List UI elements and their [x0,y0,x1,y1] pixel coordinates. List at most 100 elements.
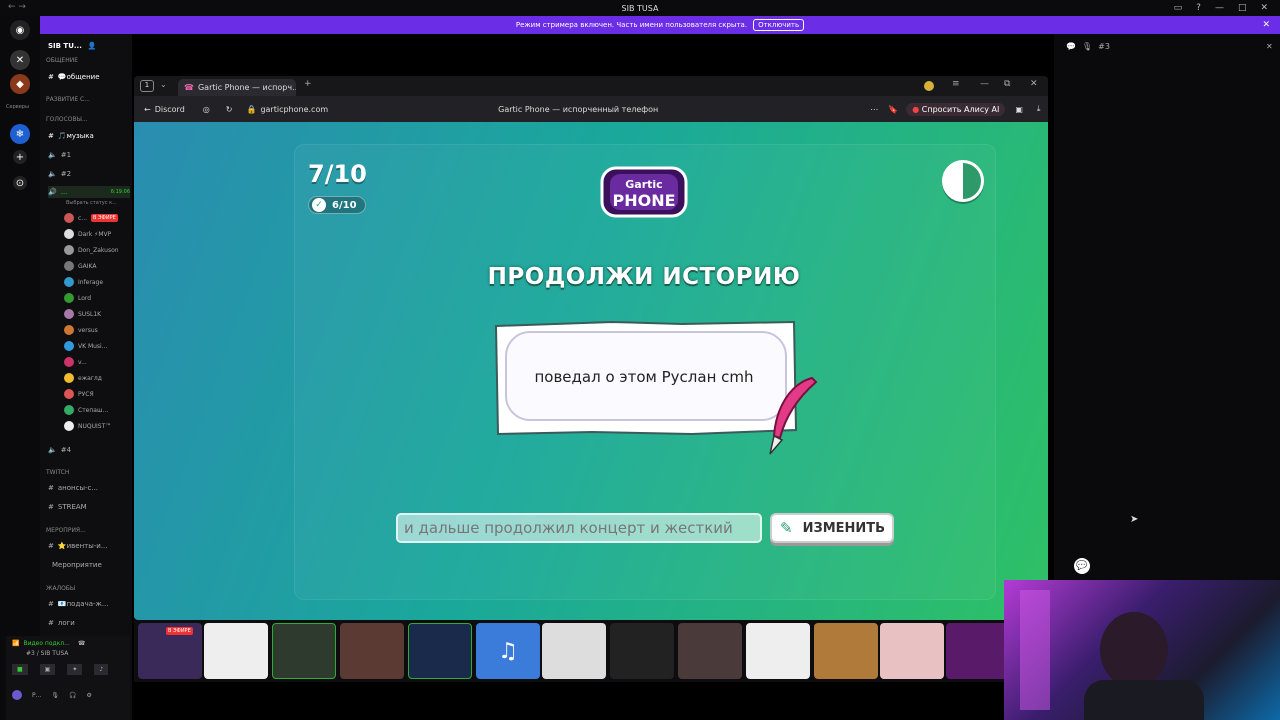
maximize-button[interactable]: □ [1238,3,1247,13]
voice-channel-name[interactable]: #3 / SIB TUSA [26,650,68,657]
close-banner-icon[interactable]: ✕ [1262,20,1270,30]
voice-channel-1[interactable]: 🔈 #1 [48,149,130,161]
stream-thumbnail[interactable] [610,623,674,679]
activities-button[interactable]: ✦ [67,664,83,675]
stream-thumbnail[interactable] [946,623,1010,679]
server-icon-snowflake[interactable]: ❄ [10,124,30,144]
disconnect-icon[interactable]: ☎ [78,640,85,647]
settings-gear-icon[interactable]: ⚙ [86,692,91,699]
stream-thumbnail[interactable] [814,623,878,679]
stream-thumbnail[interactable] [272,623,336,679]
more-icon[interactable]: ⋯ [870,105,878,114]
voice-status: 📶 Видео подкл... ☎ [12,640,85,647]
chat-bubble-icon[interactable]: 💬 [1074,558,1090,574]
channel-events[interactable]: # ⭐ивенты-и... [48,540,130,552]
downloads-icon[interactable]: ⤓ [1037,104,1041,114]
profile-icon[interactable] [924,81,934,91]
round-counter: 7/10 [308,160,367,188]
bookmark-icon[interactable]: 🔖 [888,105,898,114]
channel-announcements[interactable]: # анонсы-с... [48,482,130,494]
category-reports[interactable]: ЖАЛОБЫ [46,585,75,592]
avatar[interactable] [12,690,22,700]
server-header[interactable]: SIB TU... 👤 [48,42,97,50]
status-prompt[interactable]: Выбрать статус к... [66,200,117,206]
reload-icon[interactable]: ↻ [226,105,233,114]
stream-thumbnail[interactable] [204,623,268,679]
edit-button[interactable]: ✎ ИЗМЕНИТЬ [770,513,894,543]
logo-text-top: Gartic [625,178,662,191]
stream-thumbnail[interactable] [746,623,810,679]
timer-icon [942,160,984,202]
server-icon[interactable]: ◆ [10,74,30,94]
add-server-icon[interactable]: + [13,150,27,164]
screenshot-icon[interactable]: ▣ [1015,105,1023,114]
discord-home-icon[interactable]: ◉ [10,20,30,40]
voice-user-name: Lord [78,294,92,302]
speaker-icon: 🔈 [48,170,57,178]
ask-alice-button[interactable]: ● Спросить Алису AI [906,102,1006,116]
speaker-icon: 🔈 [48,446,57,454]
servers-label: Серверы [6,104,29,110]
new-tab-button[interactable]: + [304,79,312,89]
voice-channel-active[interactable]: 🔊... 6:19:06 [48,186,130,198]
server-icon[interactable]: ✕ [10,50,30,70]
tab-title: Gartic Phone — испорч... [197,83,296,92]
stream-thumbnail[interactable] [542,623,606,679]
headphones-icon[interactable]: 🎧 [69,692,76,699]
banner-text: Режим стримера включен. Часть имени поль… [515,21,748,29]
stream-thumbnail[interactable]: В ЭФИРЕ [138,623,202,679]
user-voice-panel: 📶 Видео подкл... ☎ #3 / SIB TUSA ■ ▣ ✦ ♪… [6,636,130,720]
gartic-phone-logo: Gartic PHONE [600,166,688,218]
browser-minimize-button[interactable]: — [980,79,989,89]
stream-thumbnail[interactable] [408,623,472,679]
tab-gartic-phone[interactable]: ☎ Gartic Phone — испорч... ✕ [178,79,296,96]
screen-share-button[interactable]: ▣ [39,664,56,675]
stream-thumbnail[interactable] [340,623,404,679]
channel-logs[interactable]: # логи [48,617,130,629]
music-bot-thumbnail[interactable]: ♫ [476,623,540,679]
quill-icon [769,376,818,455]
tab-count-icon[interactable]: 1 [140,80,154,92]
close-window-button[interactable]: ✕ [1260,3,1268,13]
category-general[interactable]: ОБЩЕНИЕ [46,57,78,64]
edit-button-label: ИЗМЕНИТЬ [802,520,886,536]
players-done-badge: ✓ 6/10 [308,196,366,214]
protect-icon[interactable]: ◎ [203,105,210,114]
category-development[interactable]: РАЗВИТИЕ С... [46,96,90,103]
add-friend-icon[interactable]: 👤 [88,42,97,50]
close-panel-icon[interactable]: ✕ [1266,42,1273,51]
tabs-dropdown-icon[interactable]: ⌄ [160,80,167,89]
disable-streamer-mode-button[interactable]: Отключить [753,19,805,31]
back-button[interactable]: ← [144,105,151,114]
category-twitch[interactable]: TWITCH [46,469,69,476]
menu-icon[interactable]: ≡ [952,79,960,89]
back-arrows-icon[interactable]: ← → [8,2,26,12]
channel-music[interactable]: # 🎵музыка [48,130,130,142]
help-icon[interactable]: ? [1196,3,1201,13]
browser-close-button[interactable]: ✕ [1030,79,1038,89]
cast-icon[interactable]: ▭ [1174,3,1183,13]
camera-button[interactable]: ■ [12,664,28,675]
category-events[interactable]: МЕРОПРИЯ... [46,527,86,534]
soundboard-button[interactable]: ♪ [94,664,109,675]
stream-thumbnail[interactable] [880,623,944,679]
channel-general[interactable]: # 💬общение [48,71,130,83]
discover-icon[interactable]: ⊙ [13,176,27,190]
back-label[interactable]: Discord [155,105,185,114]
hash-icon: # [48,600,54,608]
channel-event-stage[interactable]: Мероприятие [48,559,130,571]
url-field[interactable]: garticphone.com [260,105,328,114]
stream-thumbnail[interactable] [678,623,742,679]
check-icon: ✓ [312,198,326,212]
voice-channel-4[interactable]: 🔈 #4 [48,444,130,456]
browser-restore-button[interactable]: ⧉ [1004,79,1010,89]
avatar [64,245,74,255]
channel-reports[interactable]: # 📧подача-ж... [48,598,130,610]
voice-channel-2[interactable]: 🔈 #2 [48,168,130,180]
minimize-button[interactable]: — [1215,3,1224,13]
channel-sidebar: SIB TU... 👤 ОБЩЕНИЕ # 💬общение РАЗВИТИЕ С… [40,34,132,720]
story-answer-input[interactable]: и дальше продолжил концерт и жесткий [396,513,762,543]
microphone-icon[interactable]: 🎙 [51,692,59,699]
category-voice[interactable]: ГОЛОСОВЫ... [46,116,88,123]
channel-stream[interactable]: # STREAM [48,501,130,513]
